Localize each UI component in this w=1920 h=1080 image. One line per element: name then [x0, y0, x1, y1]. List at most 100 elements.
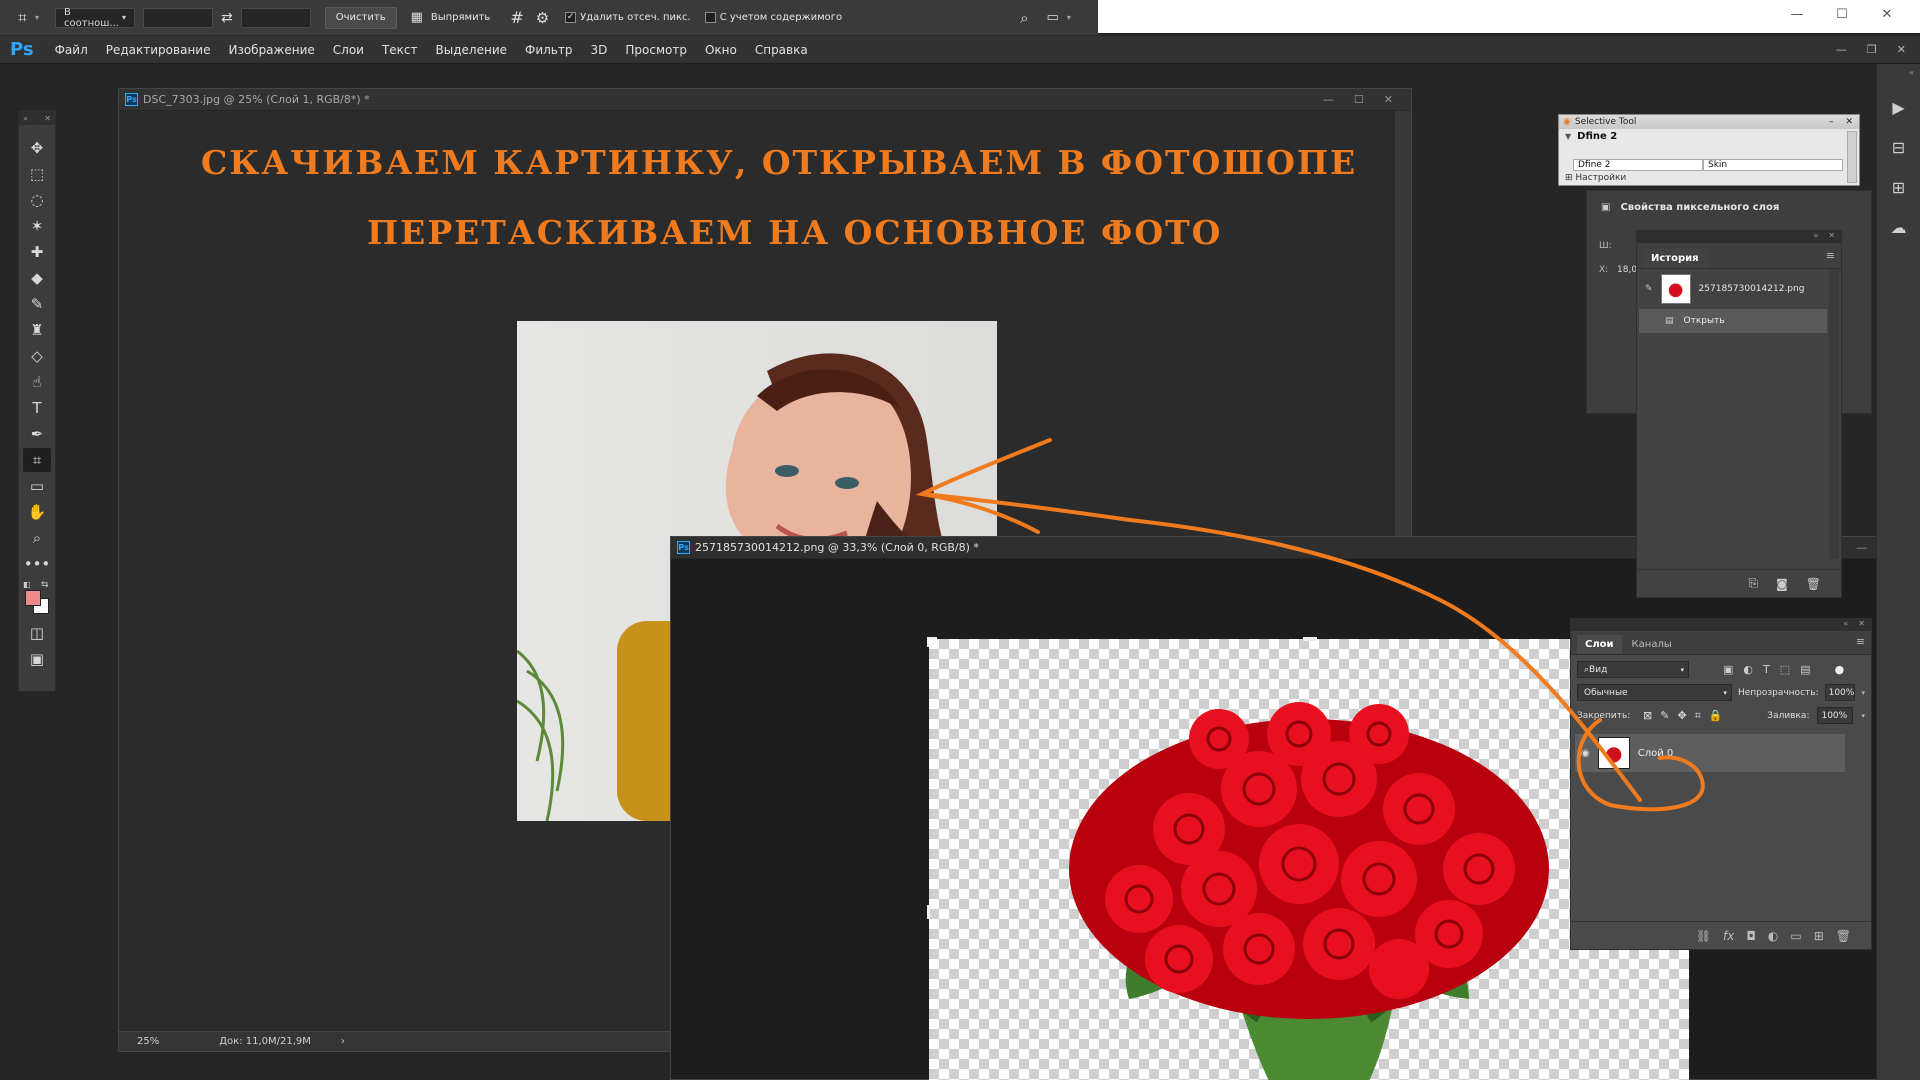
- doc-close-icon[interactable]: ✕: [1374, 93, 1411, 106]
- filter-shape-icon[interactable]: ⬚: [1780, 663, 1790, 676]
- doc-minimize-icon[interactable]: —: [1846, 541, 1877, 554]
- new-layer-icon[interactable]: ⊞: [1814, 929, 1824, 943]
- close-icon[interactable]: ✕: [1858, 619, 1865, 631]
- crop-tool-icon[interactable]: ⌗: [18, 8, 27, 28]
- eye-icon[interactable]: ◉: [1581, 748, 1590, 759]
- disclosure-triangle-icon[interactable]: ▼: [1565, 132, 1571, 141]
- width-input[interactable]: [143, 7, 214, 28]
- zoom-tool-icon[interactable]: ⌕: [23, 526, 51, 550]
- selective-tool-settings[interactable]: ⊞ Настройки: [1565, 173, 1626, 183]
- foreground-color-swatch[interactable]: [25, 590, 41, 606]
- filter-smart-object-icon[interactable]: ▤: [1800, 663, 1810, 676]
- collapse-icon[interactable]: »: [23, 114, 28, 123]
- crop-handle-top[interactable]: [1303, 637, 1317, 641]
- new-group-icon[interactable]: ▭: [1790, 929, 1801, 943]
- adjustment-layer-icon[interactable]: ◐: [1768, 929, 1778, 943]
- trash-icon[interactable]: 🗑: [1806, 577, 1821, 591]
- menu-help[interactable]: Справка: [746, 43, 817, 57]
- adjustments-icon[interactable]: ⊞: [1885, 173, 1913, 201]
- app-minimize-icon[interactable]: —: [1826, 43, 1857, 56]
- magic-wand-tool-icon[interactable]: ✶: [23, 214, 51, 238]
- play-actions-icon[interactable]: ▶: [1885, 93, 1913, 121]
- dock-collapse-icon[interactable]: «: [1877, 64, 1920, 81]
- quick-mask-icon[interactable]: ◫: [23, 621, 51, 645]
- menu-file[interactable]: Файл: [46, 43, 97, 57]
- stamp-tool-icon[interactable]: ♜: [23, 318, 51, 342]
- menu-window[interactable]: Окно: [696, 43, 746, 57]
- zoom-level[interactable]: 25%: [137, 1036, 159, 1047]
- chevron-right-icon[interactable]: ›: [341, 1036, 345, 1047]
- close-icon[interactable]: ✕: [1878, 6, 1896, 24]
- history-scrollbar[interactable]: [1829, 269, 1839, 559]
- minimize-icon[interactable]: —: [1788, 6, 1806, 24]
- content-aware-checkbox[interactable]: С учетом содержимого: [704, 12, 842, 23]
- app-restore-icon[interactable]: ❐: [1857, 43, 1887, 56]
- fill-input[interactable]: 100%: [1817, 707, 1854, 724]
- panel-menu-icon[interactable]: ≡: [1856, 635, 1865, 648]
- menu-layer[interactable]: Слои: [324, 43, 373, 57]
- close-icon[interactable]: ✕: [1828, 231, 1835, 243]
- screen-mode-icon[interactable]: ▣: [23, 647, 51, 671]
- chevron-down-icon[interactable]: ▾: [35, 13, 39, 22]
- document-1-titlebar[interactable]: Ps DSC_7303.jpg @ 25% (Слой 1, RGB/8*) *…: [119, 89, 1411, 111]
- blend-mode-select[interactable]: Обычные ▾: [1577, 684, 1732, 701]
- camera-icon[interactable]: ◙: [1776, 577, 1788, 591]
- crop-tool-icon[interactable]: ⌗: [23, 448, 51, 472]
- collapse-icon[interactable]: «: [1843, 619, 1848, 631]
- paint-bucket-icon[interactable]: ◆: [23, 266, 51, 290]
- libraries-icon[interactable]: ☁: [1885, 213, 1913, 241]
- tab-layers[interactable]: Слои: [1577, 635, 1622, 654]
- marquee-tool-icon[interactable]: ⬚: [23, 162, 51, 186]
- link-layers-icon[interactable]: ⛓: [1696, 929, 1711, 943]
- collapse-icon[interactable]: «: [1813, 231, 1818, 243]
- selective-tool-filter[interactable]: ▼ Dfine 2: [1559, 129, 1859, 144]
- add-mask-icon[interactable]: ◘: [1746, 929, 1756, 943]
- chevron-down-icon[interactable]: ▾: [1861, 689, 1865, 697]
- lock-transparent-icon[interactable]: ⊠: [1643, 709, 1652, 722]
- selective-scrollbar[interactable]: [1847, 131, 1857, 183]
- layer-row[interactable]: ◉ ● Слой 0: [1575, 734, 1845, 772]
- panel-minimize-icon[interactable]: –: [1823, 117, 1840, 127]
- gear-icon[interactable]: ⚙: [536, 9, 549, 27]
- height-input[interactable]: [240, 7, 311, 28]
- move-tool-icon[interactable]: ✥: [23, 136, 51, 160]
- selective-row-skin[interactable]: Skin: [1703, 159, 1843, 171]
- lasso-tool-icon[interactable]: ◌: [23, 188, 51, 212]
- lock-position-icon[interactable]: ✥: [1677, 709, 1686, 722]
- ratio-select[interactable]: В соотнош... ▾: [55, 7, 136, 29]
- swap-colors-icon[interactable]: ⇆: [41, 580, 49, 590]
- filter-adjustment-icon[interactable]: ◐: [1743, 663, 1753, 676]
- crop-handle-top-left[interactable]: [927, 637, 937, 647]
- doc-minimize-icon[interactable]: —: [1313, 93, 1344, 106]
- grid-overlay-icon[interactable]: #: [510, 8, 523, 27]
- new-document-from-state-icon[interactable]: ⎘: [1749, 576, 1759, 591]
- eraser-tool-icon[interactable]: ◇: [23, 344, 51, 368]
- menu-3d[interactable]: 3D: [581, 43, 616, 57]
- lock-artboard-icon[interactable]: ⌗: [1695, 709, 1701, 723]
- default-colors-icon[interactable]: ◧: [23, 580, 31, 589]
- type-tool-icon[interactable]: T: [23, 396, 51, 420]
- filter-type-icon[interactable]: T: [1763, 663, 1770, 676]
- tab-channels[interactable]: Каналы: [1624, 635, 1680, 654]
- selective-tool-titlebar[interactable]: ◉ Selective Tool – ✕: [1559, 115, 1859, 129]
- fx-icon[interactable]: fx: [1723, 929, 1734, 943]
- lock-image-icon[interactable]: ✎: [1660, 709, 1669, 722]
- hand-tool-icon[interactable]: ✋: [23, 500, 51, 524]
- trash-icon[interactable]: 🗑: [1836, 929, 1851, 943]
- properties-icon[interactable]: ⊟: [1885, 133, 1913, 161]
- healing-brush-icon[interactable]: ✚: [23, 240, 51, 264]
- tab-history[interactable]: История: [1643, 249, 1707, 268]
- menu-view[interactable]: Просмотр: [616, 43, 696, 57]
- menu-image[interactable]: Изображение: [219, 43, 323, 57]
- chevron-down-icon[interactable]: ▾: [1067, 13, 1071, 22]
- menu-edit[interactable]: Редактирование: [97, 43, 220, 57]
- filter-toggle-icon[interactable]: ●: [1835, 663, 1845, 676]
- menu-filter[interactable]: Фильтр: [516, 43, 581, 57]
- swap-icon[interactable]: ⇄: [221, 10, 233, 26]
- maximize-icon[interactable]: ☐: [1833, 6, 1851, 24]
- opacity-input[interactable]: 100%: [1824, 684, 1856, 701]
- brush-source-icon[interactable]: ✎: [1645, 284, 1653, 294]
- doc-maximize-icon[interactable]: ☐: [1344, 93, 1374, 106]
- crop-handle-left[interactable]: [927, 905, 930, 919]
- panel-close-icon[interactable]: ✕: [1839, 117, 1859, 127]
